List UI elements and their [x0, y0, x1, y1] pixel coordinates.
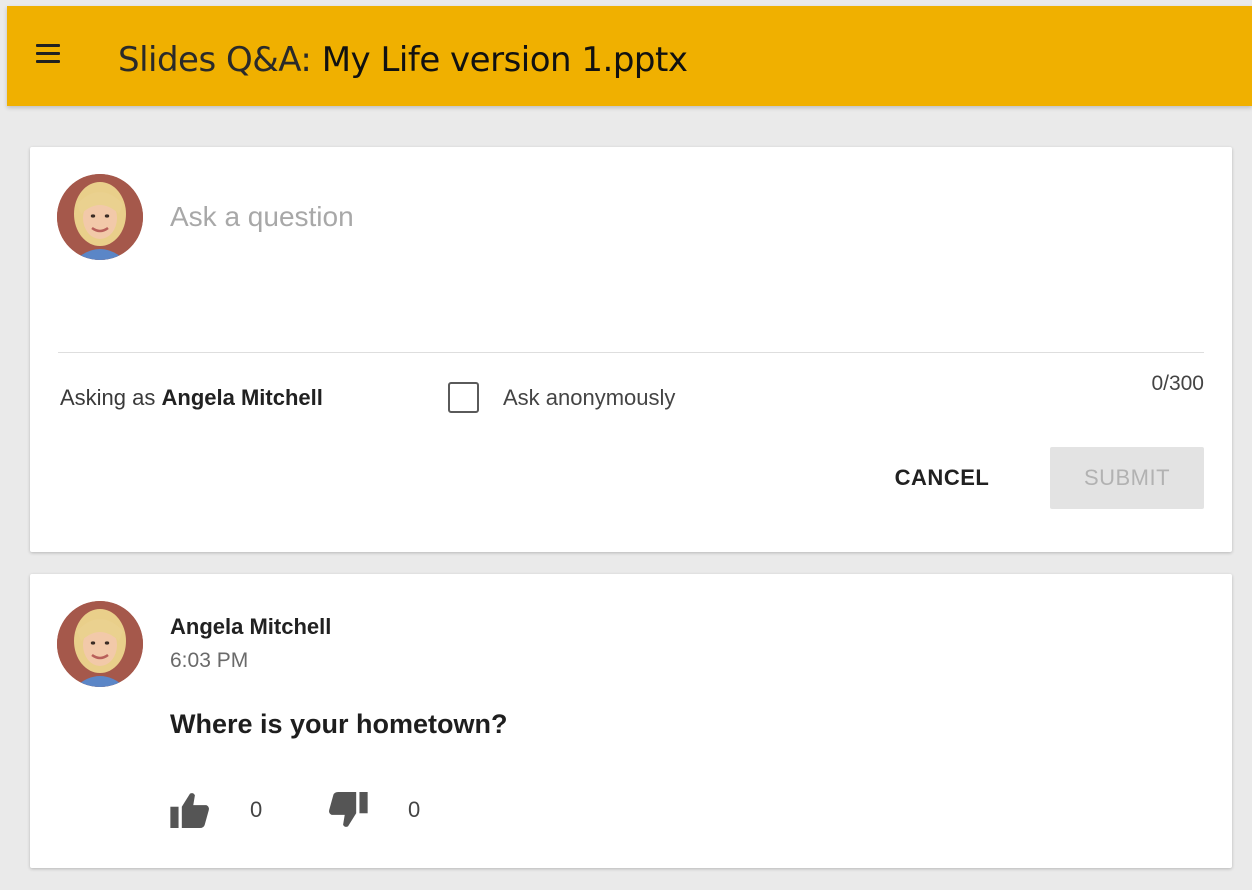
ask-anonymously-toggle[interactable]: Ask anonymously	[448, 382, 675, 413]
thumb-down-icon[interactable]	[328, 792, 368, 828]
character-counter: 0/300	[1151, 372, 1204, 395]
downvote-count: 0	[408, 797, 421, 822]
cancel-button[interactable]: CANCEL	[882, 447, 1002, 509]
upvote-count: 0	[250, 797, 263, 822]
title-file-name: My Life version 1.pptx	[321, 40, 688, 80]
submit-button[interactable]: SUBMIT	[1050, 447, 1204, 509]
thumb-up-icon[interactable]	[170, 792, 210, 828]
upvote-control: 0	[170, 792, 262, 828]
app-bar: Slides Q&A: My Life version 1.pptx	[7, 6, 1252, 106]
asking-as-name: Angela Mitchell	[161, 385, 323, 410]
question-card: Angela Mitchell 6:03 PM Where is your ho…	[30, 574, 1232, 868]
anonymous-label: Ask anonymously	[503, 384, 676, 410]
title-prefix: Slides Q&A:	[118, 40, 322, 80]
question-text: Where is your hometown?	[170, 709, 508, 739]
anonymous-checkbox[interactable]	[448, 382, 479, 413]
question-timestamp: 6:03 PM	[170, 649, 249, 672]
question-author: Angela Mitchell	[170, 614, 332, 639]
divider	[58, 352, 1204, 353]
page: Slides Q&A: My Life version 1.pptx Askin…	[0, 0, 1252, 890]
avatar	[57, 601, 143, 687]
asking-as-text: Asking as Angela Mitchell	[60, 385, 323, 411]
avatar	[57, 174, 143, 260]
question-input[interactable]	[170, 197, 1190, 237]
ask-question-card: Asking as Angela Mitchell Ask anonymousl…	[30, 147, 1232, 552]
menu-icon[interactable]	[36, 44, 62, 66]
asking-as-prefix: Asking as	[60, 385, 162, 410]
page-title: Slides Q&A: My Life version 1.pptx	[118, 40, 688, 80]
downvote-control: 0	[328, 792, 420, 828]
